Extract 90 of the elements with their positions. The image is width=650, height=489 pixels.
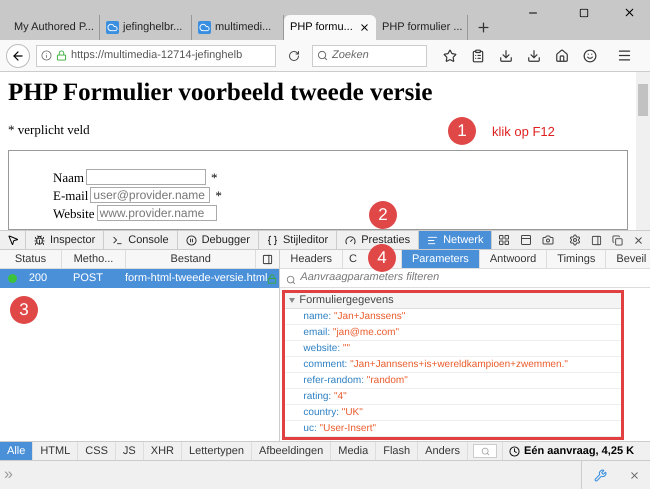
column-header[interactable]: Status — [0, 250, 62, 268]
search-field[interactable]: Zoeken — [312, 44, 427, 66]
perf-tool-icon — [345, 234, 356, 246]
input-field[interactable] — [86, 169, 206, 185]
home-icon[interactable] — [555, 48, 569, 62]
page-heading: PHP Formulier voorbeeld tweede versie — [8, 78, 434, 108]
annotation-text: klik op F12 — [492, 123, 555, 141]
address-field[interactable]: https://multimedia-12714-jefinghelb — [36, 44, 276, 66]
network-tool-icon — [427, 234, 438, 246]
undock-icon[interactable] — [612, 234, 623, 246]
wrench-icon[interactable] — [594, 468, 607, 482]
detail-tab[interactable]: C — [343, 250, 358, 268]
panel-icon[interactable] — [520, 234, 532, 246]
parameter-row: name: "Jan+Janssens" — [285, 309, 622, 325]
menu-icon[interactable] — [617, 48, 632, 63]
star-icon[interactable] — [443, 48, 457, 62]
cloud-icon — [198, 21, 211, 34]
toggle-panel-icon[interactable] — [262, 254, 274, 264]
browser-tab[interactable]: PHP formu... — [284, 15, 376, 40]
console-tool-icon — [112, 234, 124, 246]
lock-icon — [267, 274, 278, 284]
inspector-tool-icon — [34, 234, 45, 246]
field-label: Website — [53, 204, 95, 222]
screenshot-icon[interactable] — [542, 234, 554, 246]
search-icon — [480, 446, 490, 456]
required-marker: * — [211, 168, 218, 186]
search-icon — [317, 50, 328, 61]
url-text: https://multimedia-12714-jefinghelb — [71, 48, 242, 64]
parameter-row: uc: "User-Insert" — [285, 421, 622, 437]
field-label: Naam — [53, 168, 84, 186]
required-marker: * — [215, 186, 222, 204]
type-filter-button[interactable]: JS — [116, 442, 144, 460]
required-note: * verplicht veld — [8, 121, 90, 139]
type-filter-button[interactable]: Flash — [376, 442, 418, 460]
settings-icon[interactable] — [569, 234, 581, 246]
input-field[interactable]: user@provider.name — [90, 187, 210, 203]
detail-tab[interactable]: Beveil — [606, 250, 650, 268]
parameter-row: rating: "4" — [285, 389, 622, 405]
field-label: E-mail — [53, 186, 88, 204]
column-header[interactable]: Metho... — [62, 250, 126, 268]
detail-tab[interactable]: Antwoord — [480, 250, 548, 268]
number-badge: 3 — [10, 296, 38, 324]
maximize-icon[interactable] — [579, 8, 589, 18]
type-filter-button[interactable]: HTML — [33, 442, 78, 460]
type-filter-button[interactable]: Anders — [418, 442, 468, 460]
file-name: form-html-tweede-versie.html — [125, 271, 268, 286]
parameter-row: refer-random: "random" — [285, 373, 622, 389]
type-filter-button[interactable]: Media — [331, 442, 376, 460]
lock-icon — [56, 50, 67, 61]
parameter-row: website: "" — [285, 341, 622, 357]
search-field[interactable] — [473, 444, 498, 458]
type-filter-button[interactable]: CSS — [78, 442, 116, 460]
type-filter-button[interactable]: XHR — [144, 442, 182, 460]
devtools-tab[interactable]: Stijleditor — [258, 231, 338, 249]
method-text: POST — [72, 271, 104, 286]
parameter-row: country: "UK" — [285, 405, 622, 421]
pick-element-icon[interactable] — [6, 234, 18, 246]
reload-icon[interactable] — [288, 50, 300, 62]
style-tool-icon — [266, 234, 278, 246]
detail-tab[interactable]: Headers — [280, 250, 343, 268]
summary-text: Eén aanvraag, 4,25 K — [524, 444, 634, 459]
type-filter-button[interactable]: Afbeeldingen — [252, 442, 332, 460]
info-icon — [41, 50, 52, 61]
reader-icon[interactable] — [471, 48, 485, 62]
input-field[interactable]: www.provider.name — [96, 205, 217, 221]
section-header[interactable]: Formuliergegevens — [285, 293, 622, 309]
close-icon[interactable] — [623, 6, 636, 19]
layout-icon[interactable] — [498, 234, 510, 246]
type-filter-button[interactable]: Lettertypen — [182, 442, 252, 460]
smiley-icon[interactable] — [583, 48, 597, 62]
search-icon — [286, 275, 296, 285]
back-button[interactable] — [6, 44, 30, 68]
status-text: 200 — [28, 271, 48, 286]
download-icon[interactable] — [499, 48, 513, 62]
expand-triangle-icon — [289, 298, 296, 303]
debugger-tool-icon — [186, 234, 197, 246]
dock-icon[interactable] — [591, 234, 602, 246]
devtools-tab[interactable]: Debugger — [178, 231, 259, 249]
close-icon[interactable] — [633, 234, 644, 246]
new-tab-icon[interactable] — [476, 20, 491, 35]
clock-icon — [509, 446, 520, 456]
parameter-row: email: "jan@me.com" — [285, 325, 622, 341]
detail-tab[interactable]: Timings — [547, 250, 606, 268]
devtools-tab[interactable]: Console — [104, 231, 178, 249]
close-icon[interactable] — [359, 22, 370, 33]
parameter-row: comment: "Jan+Jannsens+is+wereldkampioen+zwemmen." — [285, 357, 622, 373]
devtools-tab[interactable]: Inspector — [26, 231, 104, 249]
download-icon[interactable] — [527, 48, 541, 62]
cloud-icon — [106, 21, 119, 34]
column-header[interactable]: Bestand — [126, 250, 256, 268]
